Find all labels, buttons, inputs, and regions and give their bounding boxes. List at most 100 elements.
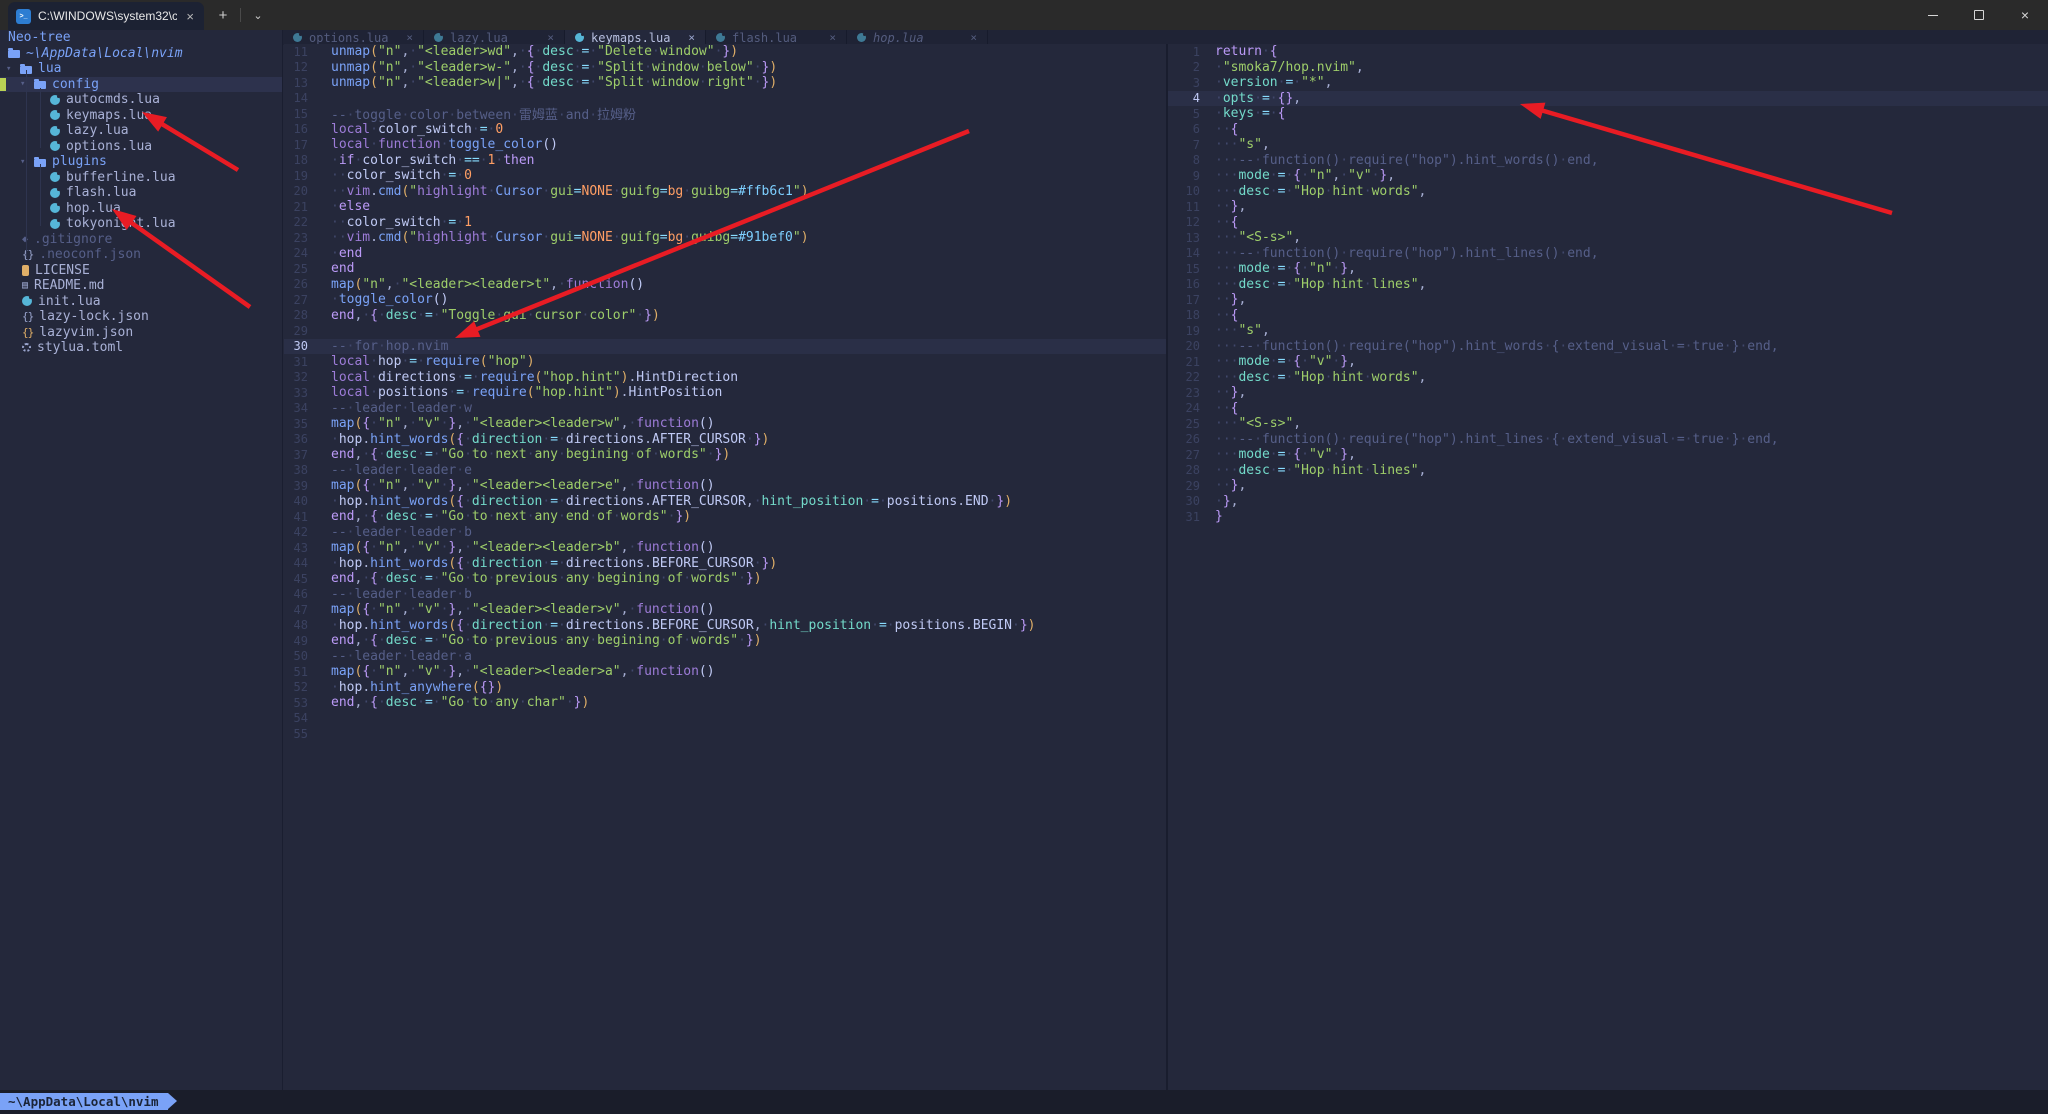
tab-keymaps.lua[interactable]: keymaps.lua× [565,30,706,45]
sidebar-item-tokyonight.lua[interactable]: tokyonight.lua [0,216,282,232]
tab-close-icon[interactable]: × [688,31,695,44]
code-line[interactable]: 52·hop.hint_anywhere({}) [284,680,1166,696]
sidebar-item-config[interactable]: ▾config [0,77,282,93]
code-line[interactable]: 29 [284,323,1166,339]
code-line[interactable]: 25···"<S-s>", [1168,416,2048,432]
code-line[interactable]: 9···mode·=·{·"n",·"v"·}, [1168,168,2048,184]
code-line[interactable]: 44·hop.hint_words({·direction·=·directio… [284,556,1166,572]
code-line[interactable]: 55 [284,726,1166,742]
code-line[interactable]: 27···mode·=·{·"v"·}, [1168,447,2048,463]
code-line[interactable]: 15···mode·=·{·"n"·}, [1168,261,2048,277]
code-line[interactable]: 20···--·function()·require("hop").hint_w… [1168,339,2048,355]
tab-options.lua[interactable]: options.lua× [283,30,424,45]
sidebar-item-LICENSE[interactable]: LICENSE [0,263,282,279]
code-line[interactable]: 30--·for·hop.nvim [284,339,1166,355]
code-line[interactable]: 48·hop.hint_words({·direction·=·directio… [284,618,1166,634]
code-line[interactable]: 23··}, [1168,385,2048,401]
code-line[interactable]: 30·}, [1168,494,2048,510]
code-line[interactable]: 13unmap("n",·"<leader>w|",·{·desc·=·"Spl… [284,75,1166,91]
code-line[interactable]: 24··{ [1168,401,2048,417]
code-line[interactable]: 21·else [284,199,1166,215]
code-line[interactable]: 40·hop.hint_words({·direction·=·directio… [284,494,1166,510]
code-line[interactable]: 39map({·"n",·"v"·},·"<leader><leader>e",… [284,478,1166,494]
code-line[interactable]: 13···"<S-s>", [1168,230,2048,246]
sidebar-item-keymaps.lua[interactable]: keymaps.lua [0,108,282,124]
code-line[interactable]: 34--·leader·leader·w [284,401,1166,417]
code-line[interactable]: 20··vim.cmd("highlight·Cursor·gui=NONE·g… [284,184,1166,200]
code-line[interactable]: 2·"smoka7/hop.nvim", [1168,60,2048,76]
code-line[interactable]: 54 [284,711,1166,727]
code-line[interactable]: 5·keys·=·{ [1168,106,2048,122]
code-line[interactable]: 23··vim.cmd("highlight·Cursor·gui=NONE·g… [284,230,1166,246]
code-line[interactable]: 4·opts·=·{}, [1168,91,2048,107]
code-line[interactable]: 31} [1168,509,2048,525]
sidebar-item-stylua.toml[interactable]: stylua.toml [0,340,282,356]
sidebar-item-hop.lua[interactable]: hop.lua [0,201,282,217]
code-line[interactable]: 51map({·"n",·"v"·},·"<leader><leader>a",… [284,664,1166,680]
code-line[interactable]: 42--·leader·leader·b [284,525,1166,541]
code-line[interactable]: 15--·toggle·color·between·雷姆蓝·and·拉姆粉 [284,106,1166,122]
editor-pane-right[interactable]: 1return·{2·"smoka7/hop.nvim",3·version·=… [1166,44,2048,1090]
code-line[interactable]: 18··{ [1168,308,2048,324]
tab-dropdown-button[interactable]: ⌄ [248,5,268,25]
code-line[interactable]: 19···"s", [1168,323,2048,339]
code-line[interactable]: 18·if·color_switch·==·1·then [284,153,1166,169]
terminal-tab-close-icon[interactable]: × [184,10,196,23]
code-line[interactable]: 45end,·{·desc·=·"Go·to·previous·any·begi… [284,571,1166,587]
code-line[interactable]: 50--·leader·leader·a [284,649,1166,665]
code-line[interactable]: 29··}, [1168,478,2048,494]
code-line[interactable]: 26map("n",·"<leader><leader>t",·function… [284,277,1166,293]
code-line[interactable]: 32local·directions·=·require("hop.hint")… [284,370,1166,386]
code-line[interactable]: 31local·hop·=·require("hop") [284,354,1166,370]
restore-button[interactable] [1956,0,2002,30]
code-line[interactable]: 28···desc·=·"Hop·hint·lines", [1168,463,2048,479]
code-line[interactable]: 17··}, [1168,292,2048,308]
code-line[interactable]: 25end [284,261,1166,277]
code-line[interactable]: 33local·positions·=·require("hop.hint").… [284,385,1166,401]
code-line[interactable]: 17local·function·toggle_color() [284,137,1166,153]
code-line[interactable]: 6··{ [1168,122,2048,138]
sidebar-item-flash.lua[interactable]: flash.lua [0,185,282,201]
code-line[interactable]: 16local·color_switch·=·0 [284,122,1166,138]
code-line[interactable]: 46--·leader·leader·b [284,587,1166,603]
code-line[interactable]: 35map({·"n",·"v"·},·"<leader><leader>w",… [284,416,1166,432]
sidebar-item-lazy.lua[interactable]: lazy.lua [0,123,282,139]
code-line[interactable]: 7···"s", [1168,137,2048,153]
close-button[interactable]: × [2002,0,2048,30]
code-line[interactable]: 41end,·{·desc·=·"Go·to·next·any·end·of·w… [284,509,1166,525]
code-line[interactable]: 53end,·{·desc·=·"Go·to·any·char"·}) [284,695,1166,711]
code-line[interactable]: 22··color_switch·=·1 [284,215,1166,231]
code-line[interactable]: 1return·{ [1168,44,2048,60]
code-line[interactable]: 27·toggle_color() [284,292,1166,308]
code-line[interactable]: 16···desc·=·"Hop·hint·lines", [1168,277,2048,293]
sidebar-item-.gitignore[interactable]: ◆.gitignore [0,232,282,248]
sidebar-item-.neoconf.json[interactable]: {}.neoconf.json [0,247,282,263]
code-line[interactable]: 43map({·"n",·"v"·},·"<leader><leader>b",… [284,540,1166,556]
code-line[interactable]: 12··{ [1168,215,2048,231]
tab-flash.lua[interactable]: flash.lua× [706,30,847,45]
chevron-down-icon[interactable]: ▾ [6,64,14,74]
tab-hop.lua[interactable]: hop.lua× [847,30,988,45]
sidebar-item-lua[interactable]: ▾lua [0,61,282,77]
tab-close-icon[interactable]: × [547,31,554,44]
terminal-tab[interactable]: >_ C:\WINDOWS\system32\cmd. × [8,2,204,30]
tab-close-icon[interactable]: × [829,31,836,44]
code-line[interactable]: 11unmap("n",·"<leader>wd",·{·desc·=·"Del… [284,44,1166,60]
tab-lazy.lua[interactable]: lazy.lua× [424,30,565,45]
code-line[interactable]: 12unmap("n",·"<leader>w-",·{·desc·=·"Spl… [284,60,1166,76]
code-line[interactable]: 47map({·"n",·"v"·},·"<leader><leader>v",… [284,602,1166,618]
code-line[interactable]: 28end,·{·desc·=·"Toggle·gui·cursor·color… [284,308,1166,324]
sidebar-item--AppData-Local-nvim[interactable]: ~\AppData\Local\nvim [0,46,282,62]
sidebar-item-lazyvim.json[interactable]: {}lazyvim.json [0,325,282,341]
sidebar-item-autocmds.lua[interactable]: autocmds.lua [0,92,282,108]
code-line[interactable]: 3·version·=·"*", [1168,75,2048,91]
tab-close-icon[interactable]: × [970,31,977,44]
sidebar-item-init.lua[interactable]: init.lua [0,294,282,310]
code-line[interactable]: 26···--·function()·require("hop").hint_l… [1168,432,2048,448]
code-line[interactable]: 11··}, [1168,199,2048,215]
sidebar-item-plugins[interactable]: ▾plugins [0,154,282,170]
code-line[interactable]: 37end,·{·desc·=·"Go·to·next·any·begining… [284,447,1166,463]
sidebar-item-bufferline.lua[interactable]: bufferline.lua [0,170,282,186]
code-line[interactable]: 22···desc·=·"Hop·hint·words", [1168,370,2048,386]
minimize-button[interactable] [1910,0,1956,30]
